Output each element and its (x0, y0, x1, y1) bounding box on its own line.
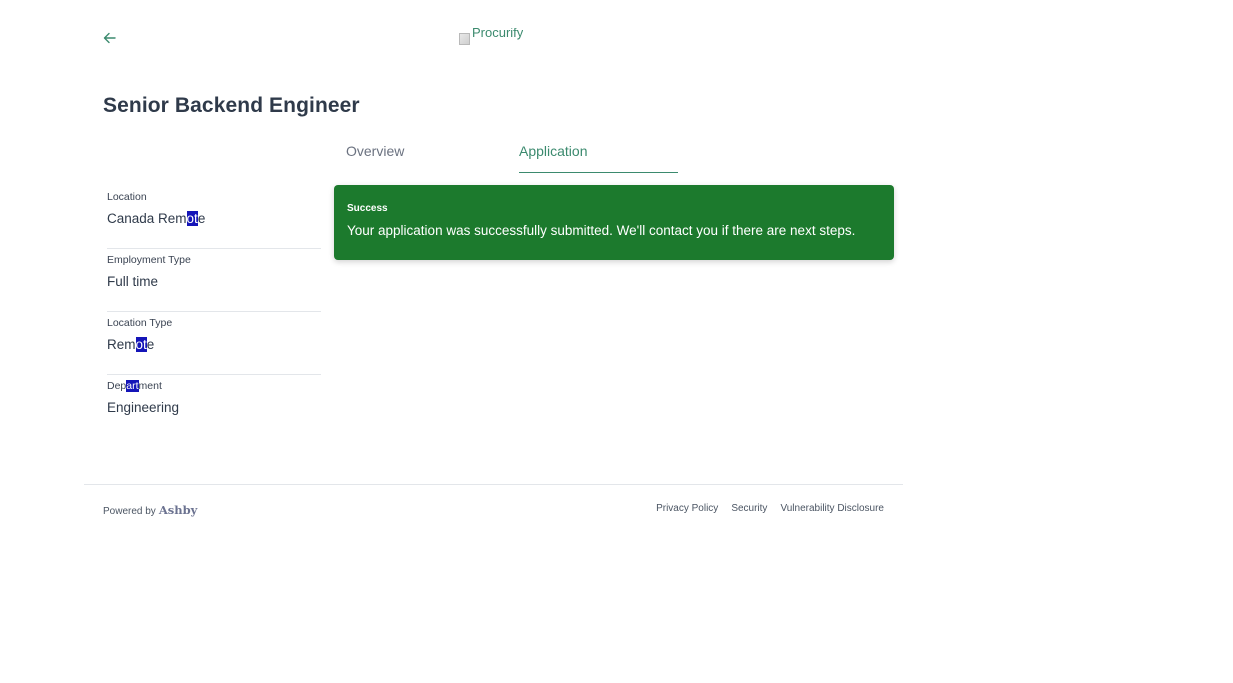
detail-location-type: Location Type Remote (107, 312, 321, 375)
arrow-left-icon (103, 31, 116, 49)
page-title: Senior Backend Engineer (103, 94, 360, 117)
toast-message: Your application was successfully submit… (347, 223, 856, 238)
vulnerability-disclosure-link[interactable]: Vulnerability Disclosure (780, 503, 884, 514)
detail-label: Location (107, 191, 147, 203)
detail-department: Department Engineering (107, 375, 321, 438)
ashby-logo[interactable]: Ashby (159, 503, 197, 517)
highlighted-text: art (126, 380, 139, 392)
tab-overview[interactable]: Overview (346, 140, 404, 172)
detail-location: Location Canada Remote (107, 186, 321, 249)
detail-employment-type: Employment Type Full time (107, 249, 321, 312)
powered-by-text: Powered by (103, 506, 156, 517)
success-toast: Success Your application was successfull… (334, 185, 894, 260)
detail-value: Engineering (107, 400, 180, 415)
job-tabs: Overview Application (346, 140, 686, 173)
company-logo[interactable]: Procurify (459, 28, 523, 46)
value-text: e (146, 337, 155, 352)
tab-application[interactable]: Application (519, 140, 678, 173)
broken-image-icon (459, 33, 470, 45)
label-text: ment (138, 380, 162, 392)
footer-links: Privacy Policy Security Vulnerability Di… (643, 503, 884, 514)
highlighted-text: ot (186, 211, 198, 226)
privacy-policy-link[interactable]: Privacy Policy (656, 503, 718, 514)
detail-label: Department (107, 379, 321, 393)
footer-divider (84, 484, 903, 485)
detail-value: Full time (107, 274, 159, 289)
security-link[interactable]: Security (731, 503, 767, 514)
back-button[interactable] (99, 30, 119, 50)
value-text: Rem (107, 337, 136, 352)
highlighted-text: ot (135, 337, 147, 352)
job-details: Location Canada Remote Employment Type F… (107, 186, 321, 438)
label-text: Dep (107, 380, 127, 392)
value-text: e (197, 211, 206, 226)
detail-label: Employment Type (107, 254, 191, 266)
detail-value: Canada Remote (107, 211, 321, 227)
job-application-page: Procurify Senior Backend Engineer Overvi… (0, 0, 1233, 683)
toast-title: Success (347, 203, 388, 214)
powered-by[interactable]: Powered by Ashby (103, 503, 197, 517)
company-logo-alt-text: Procurify (472, 28, 524, 40)
detail-label: Location Type (107, 317, 173, 329)
detail-value: Remote (107, 337, 321, 353)
value-text: Canada Rem (107, 211, 187, 226)
